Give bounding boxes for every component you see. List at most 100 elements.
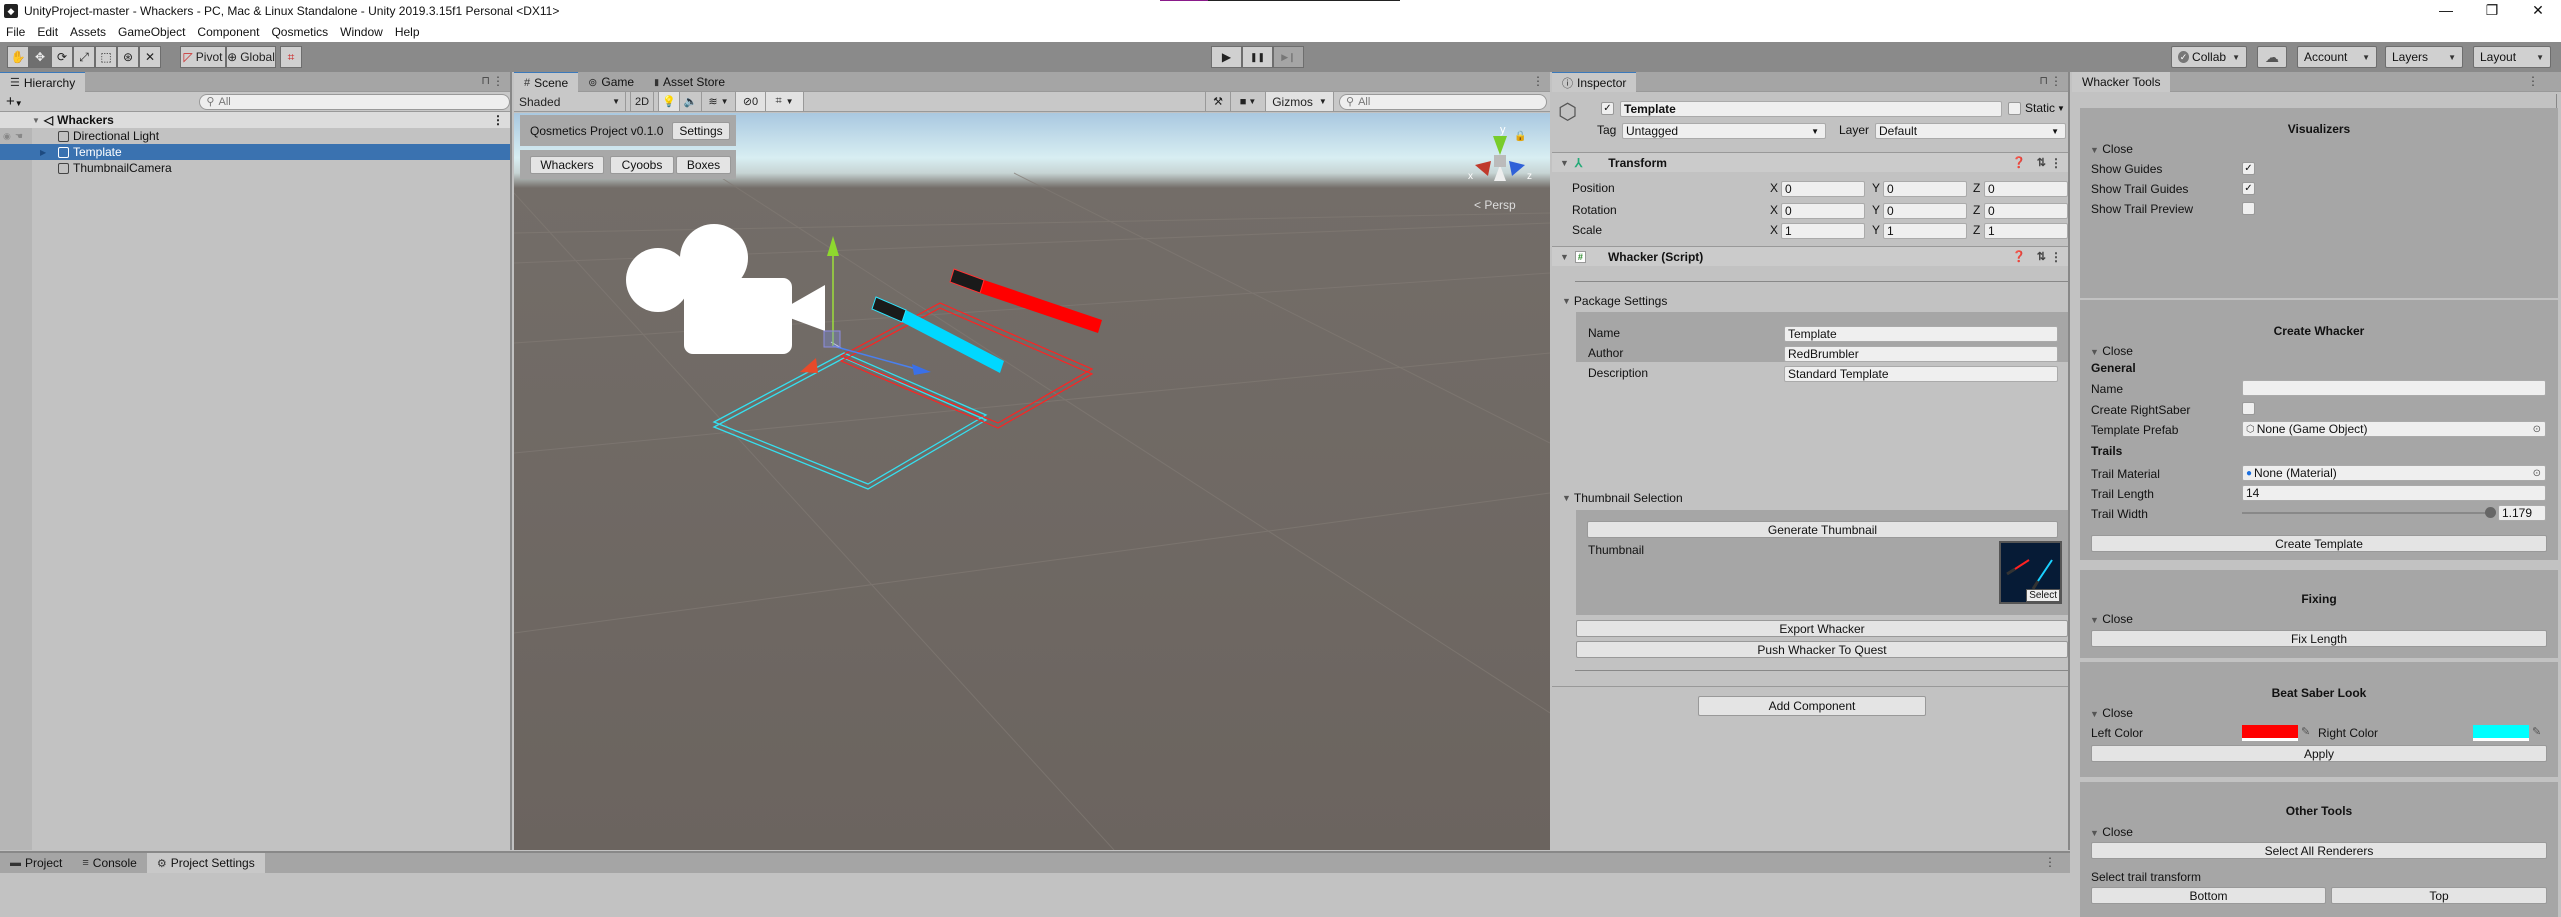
slider-thumb[interactable] bbox=[2484, 507, 2496, 518]
close-window-button[interactable]: ✕ bbox=[2515, 0, 2561, 22]
menu-component[interactable]: Component bbox=[191, 25, 265, 39]
help-icon[interactable]: ❓ bbox=[2012, 156, 2026, 169]
rotate-tool-button[interactable]: ⟳ bbox=[51, 46, 73, 68]
show-trail-guides-checkbox[interactable]: ✓ bbox=[2242, 182, 2255, 195]
gameobject-icon[interactable]: ⬡ bbox=[1558, 99, 1577, 125]
kebab-menu-icon[interactable]: ⋮ bbox=[2527, 74, 2539, 88]
eyedropper-icon[interactable]: ✎ bbox=[2301, 725, 2310, 738]
play-button[interactable]: ▶ bbox=[1211, 46, 1242, 68]
thumbnail-select-button[interactable]: Select bbox=[2026, 589, 2060, 602]
kebab-menu-icon[interactable]: ⋮ bbox=[1532, 74, 1544, 88]
rotation-y-input[interactable]: 0 bbox=[1883, 203, 1967, 219]
whacker-script-header[interactable]: ▼ # Whacker (Script) ❓ ⇅ ⋮ bbox=[1552, 246, 2068, 266]
kebab-menu-icon[interactable]: ⋮ bbox=[2050, 74, 2062, 88]
position-y-input[interactable]: 0 bbox=[1883, 181, 1967, 197]
scene-viewport[interactable]: Qosmetics Project v0.1.0 Settings Whacke… bbox=[514, 113, 1550, 850]
static-checkbox[interactable] bbox=[2008, 102, 2021, 115]
object-picker-icon[interactable]: ⊙ bbox=[2533, 468, 2541, 479]
rotation-z-input[interactable]: 0 bbox=[1984, 203, 2068, 219]
visualizers-close-toggle[interactable]: ▼ Close bbox=[2090, 142, 2133, 156]
tag-dropdown[interactable]: Untagged ▼ bbox=[1622, 123, 1826, 139]
gizmos-dropdown[interactable]: Gizmos ▼ bbox=[1266, 92, 1334, 111]
trail-length-input[interactable]: 14 bbox=[2242, 485, 2546, 501]
package-name-input[interactable]: Template bbox=[1784, 326, 2058, 342]
cyoobs-button[interactable]: Cyoobs bbox=[610, 155, 674, 174]
export-whacker-button[interactable]: Export Whacker bbox=[1576, 620, 2068, 637]
help-icon[interactable]: ❓ bbox=[2012, 250, 2026, 263]
kebab-menu-icon[interactable]: ⋮ bbox=[2044, 855, 2056, 869]
trail-material-field[interactable]: ● None (Material) ⊙ bbox=[2242, 465, 2546, 481]
grid-dropdown[interactable]: ⌗ ▼ bbox=[766, 92, 804, 111]
layers-dropdown[interactable]: Layers ▼ bbox=[2385, 46, 2463, 68]
account-dropdown[interactable]: Account ▼ bbox=[2297, 46, 2377, 68]
camera-gizmo-icon[interactable] bbox=[626, 224, 825, 354]
show-guides-checkbox[interactable]: ✓ bbox=[2242, 162, 2255, 175]
eyedropper-icon[interactable]: ✎ bbox=[2532, 725, 2541, 738]
create-button[interactable]: +▼ bbox=[0, 93, 29, 110]
layout-dropdown[interactable]: Layout ▼ bbox=[2473, 46, 2551, 68]
scale-tool-button[interactable]: ⤢ bbox=[73, 46, 95, 68]
other-tools-close-toggle[interactable]: ▼ Close bbox=[2090, 825, 2133, 839]
transform-header[interactable]: ▼ ⅄ Transform ❓ ⇅ ⋮ bbox=[1552, 152, 2068, 172]
layer-dropdown[interactable]: Default ▼ bbox=[1875, 123, 2066, 139]
transform-tool-button[interactable]: ⊛ bbox=[117, 46, 139, 68]
package-description-input[interactable]: Standard Template bbox=[1784, 366, 2058, 382]
bottom-button[interactable]: Bottom bbox=[2091, 887, 2326, 904]
menu-gameobject[interactable]: GameObject bbox=[112, 25, 191, 39]
hidden-objects-toggle[interactable]: ⊘ 0 bbox=[736, 92, 766, 111]
projection-toggle[interactable]: < Persp bbox=[1474, 198, 1516, 212]
pivot-toggle[interactable]: ◸ Pivot bbox=[180, 46, 226, 68]
menu-qosmetics[interactable]: Qosmetics bbox=[265, 25, 334, 39]
rotation-x-input[interactable]: 0 bbox=[1781, 203, 1865, 219]
pause-button[interactable]: ❚❚ bbox=[1242, 46, 1273, 68]
step-button[interactable]: ▶❙ bbox=[1273, 46, 1304, 68]
create-template-button[interactable]: Create Template bbox=[2091, 535, 2547, 552]
menu-assets[interactable]: Assets bbox=[64, 25, 112, 39]
push-to-quest-button[interactable]: Push Whacker To Quest bbox=[1576, 641, 2068, 658]
hierarchy-item[interactable]: ThumbnailCamera bbox=[0, 160, 510, 176]
object-picker-icon[interactable]: ⊙ bbox=[2533, 424, 2541, 435]
generate-thumbnail-button[interactable]: Generate Thumbnail bbox=[1587, 521, 2058, 538]
move-tool-button[interactable]: ✥ bbox=[29, 46, 51, 68]
collab-dropdown[interactable]: ✓ Collab ▼ bbox=[2171, 46, 2247, 68]
camera-dropdown[interactable]: ■ ▼ bbox=[1231, 92, 1266, 111]
tab-console[interactable]: ≡ Console bbox=[72, 853, 146, 873]
left-color-swatch[interactable] bbox=[2242, 725, 2298, 741]
cloud-button[interactable]: ☁ bbox=[2257, 46, 2287, 68]
menu-help[interactable]: Help bbox=[389, 25, 426, 39]
tab-scene[interactable]: # Scene bbox=[514, 72, 579, 92]
boxes-button[interactable]: Boxes bbox=[676, 155, 731, 174]
expand-arrow-icon[interactable]: ▶ bbox=[32, 148, 50, 157]
kebab-menu-icon[interactable]: ⋮ bbox=[492, 74, 504, 88]
position-x-input[interactable]: 0 bbox=[1781, 181, 1865, 197]
position-z-input[interactable]: 0 bbox=[1984, 181, 2068, 197]
grid-snap-button[interactable]: ⌗ bbox=[280, 46, 302, 68]
active-checkbox[interactable]: ✓ bbox=[1601, 102, 1614, 115]
template-prefab-field[interactable]: ⬡ None (Game Object) ⊙ bbox=[2242, 421, 2546, 437]
expand-arrow-icon[interactable]: ▼ bbox=[32, 116, 40, 125]
minimize-button[interactable]: — bbox=[2423, 0, 2469, 22]
menu-window[interactable]: Window bbox=[334, 25, 389, 39]
top-button[interactable]: Top bbox=[2331, 887, 2547, 904]
custom-tool-button[interactable]: ✕ bbox=[139, 46, 161, 68]
settings-button[interactable]: Settings bbox=[672, 121, 730, 140]
fix-length-button[interactable]: Fix Length bbox=[2091, 630, 2547, 647]
tools-button[interactable]: ⚒ bbox=[1205, 92, 1231, 111]
scale-x-input[interactable]: 1 bbox=[1781, 223, 1865, 239]
kebab-menu-icon[interactable]: ⋮ bbox=[2050, 250, 2062, 264]
show-trail-preview-checkbox[interactable] bbox=[2242, 202, 2255, 215]
rect-tool-button[interactable]: ⬚ bbox=[95, 46, 117, 68]
tab-inspector[interactable]: ⓘ Inspector bbox=[1552, 72, 1637, 92]
visibility-toggle[interactable]: ◉ ☚ bbox=[0, 128, 32, 144]
scale-z-input[interactable]: 1 bbox=[1984, 223, 2068, 239]
scene-search-input[interactable]: ⚲ All bbox=[1339, 93, 1547, 110]
menu-edit[interactable]: Edit bbox=[31, 25, 64, 39]
hierarchy-search-input[interactable]: ⚲ All bbox=[199, 93, 510, 110]
tab-project[interactable]: ▬ Project bbox=[0, 853, 72, 873]
hierarchy-scene-row[interactable]: ▼ ◁ Whackers ⋮ bbox=[0, 112, 510, 128]
package-settings-foldout[interactable]: ▼ Package Settings bbox=[1562, 294, 1667, 308]
thumbnail-selection-foldout[interactable]: ▼ Thumbnail Selection bbox=[1562, 491, 1683, 505]
create-right-saber-checkbox[interactable] bbox=[2242, 402, 2255, 415]
scale-y-input[interactable]: 1 bbox=[1883, 223, 1967, 239]
tab-project-settings[interactable]: ⚙ Project Settings bbox=[146, 853, 265, 873]
